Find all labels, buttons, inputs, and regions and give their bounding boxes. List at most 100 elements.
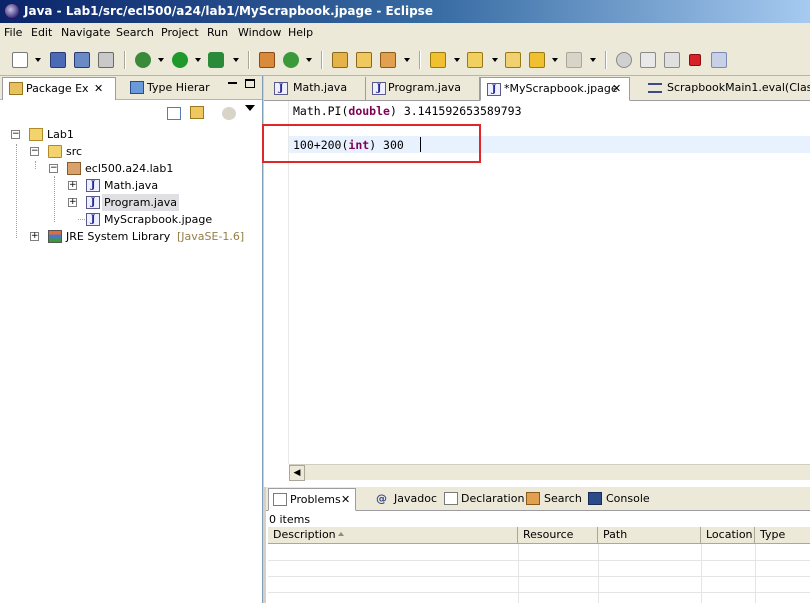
- debug-icon[interactable]: [135, 52, 151, 68]
- menu-window[interactable]: Window: [238, 26, 281, 39]
- scroll-left-icon[interactable]: ◀: [289, 465, 305, 481]
- type-hierarchy-icon: [130, 81, 144, 94]
- filter-icon[interactable]: [222, 107, 236, 120]
- menu-search[interactable]: Search: [116, 26, 154, 39]
- column-description[interactable]: Description: [268, 527, 518, 544]
- previous-annotation-dropdown-icon[interactable]: [492, 58, 498, 62]
- new-class-dropdown-icon[interactable]: [306, 58, 312, 62]
- tab-javadoc-label: Javadoc: [394, 492, 437, 505]
- expand-icon[interactable]: +: [30, 232, 39, 241]
- table-column-divider: [701, 544, 702, 603]
- save-icon[interactable]: [50, 52, 66, 68]
- tab-package-explorer-label: Package Ex: [26, 82, 89, 95]
- set-import-icon[interactable]: [711, 52, 727, 68]
- pencil-dropdown-icon[interactable]: [404, 58, 410, 62]
- column-location[interactable]: Location: [701, 527, 755, 544]
- tab-math-java[interactable]: J Math.java: [268, 77, 366, 101]
- tab-math-java-label: Math.java: [293, 81, 348, 94]
- minimize-icon[interactable]: [228, 82, 237, 84]
- run-dropdown-icon[interactable]: [195, 58, 201, 62]
- left-panel-tabs: Package Ex ✕ Type Hierar: [0, 76, 262, 100]
- menu-navigate[interactable]: Navigate: [61, 26, 110, 39]
- external-tools-icon[interactable]: [208, 52, 224, 68]
- collapse-icon[interactable]: −: [11, 130, 20, 139]
- open-type-icon[interactable]: [332, 52, 348, 68]
- menu-help[interactable]: Help: [288, 26, 313, 39]
- toolbar-separator: [248, 51, 250, 69]
- close-icon[interactable]: ✕: [341, 489, 350, 511]
- tree-label-scrapbook: MyScrapbook.jpage: [104, 213, 213, 226]
- previous-annotation-icon[interactable]: [467, 52, 483, 68]
- menu-edit[interactable]: Edit: [31, 26, 52, 39]
- bottom-panel-tabs: Problems ✕ @ Javadoc Declaration Search …: [266, 487, 810, 511]
- run-icon[interactable]: [172, 52, 188, 68]
- execute-icon[interactable]: [664, 52, 680, 68]
- tree-line: [16, 144, 17, 238]
- new-icon[interactable]: [12, 52, 28, 68]
- display-icon[interactable]: [640, 52, 656, 68]
- save-all-icon[interactable]: [74, 52, 90, 68]
- problems-icon: [273, 493, 287, 506]
- tree-line: [54, 176, 55, 222]
- table-column-divider: [598, 544, 599, 603]
- column-path[interactable]: Path: [598, 527, 701, 544]
- tab-program-java[interactable]: J Program.java: [366, 77, 480, 101]
- close-icon[interactable]: ✕: [612, 78, 621, 100]
- tab-problems[interactable]: Problems ✕: [268, 488, 356, 511]
- tab-type-hierarchy[interactable]: Type Hierar: [130, 77, 230, 100]
- tab-declaration[interactable]: Declaration: [444, 488, 524, 511]
- back-icon[interactable]: [529, 52, 545, 68]
- collapse-all-icon[interactable]: [167, 107, 181, 120]
- collapse-icon[interactable]: −: [30, 147, 39, 156]
- tab-scrapbook-main-label: ScrapbookMain1.eval(Class) li: [667, 81, 810, 94]
- expand-icon[interactable]: +: [68, 181, 77, 190]
- tree-label-src: src: [66, 145, 83, 158]
- tab-package-explorer[interactable]: Package Ex ✕: [2, 77, 116, 100]
- new-dropdown-icon[interactable]: [35, 58, 41, 62]
- collapse-icon[interactable]: −: [49, 164, 58, 173]
- menu-file[interactable]: File: [4, 26, 22, 39]
- tab-scrapbook[interactable]: J *MyScrapbook.jpage ✕: [480, 77, 630, 101]
- next-annotation-icon[interactable]: [430, 52, 446, 68]
- column-type[interactable]: Type: [755, 527, 810, 544]
- tab-scrapbook-main[interactable]: ScrapbookMain1.eval(Class) li: [642, 77, 810, 101]
- code-line-1[interactable]: Math.PI(double) 3.141592653589793: [293, 103, 522, 119]
- code-expression: Math.PI: [293, 104, 342, 118]
- close-icon[interactable]: ✕: [94, 78, 103, 100]
- debug-dropdown-icon[interactable]: [158, 58, 164, 62]
- stop-evaluation-icon[interactable]: [689, 54, 701, 66]
- outline-icon: [648, 83, 662, 93]
- pencil-icon[interactable]: [380, 52, 396, 68]
- tab-console[interactable]: Console: [588, 488, 652, 511]
- external-tools-dropdown-icon[interactable]: [233, 58, 239, 62]
- horizontal-scrollbar[interactable]: ◀: [289, 464, 810, 481]
- column-resource[interactable]: Resource: [518, 527, 598, 544]
- new-java-project-icon[interactable]: [259, 52, 275, 68]
- view-menu-icon[interactable]: [245, 105, 255, 111]
- menu-project[interactable]: Project: [161, 26, 199, 39]
- toolbar-separator: [321, 51, 323, 69]
- print-icon[interactable]: [98, 52, 114, 68]
- tree-label-lab1: Lab1: [47, 128, 74, 141]
- package-icon: [67, 162, 81, 175]
- last-edit-icon[interactable]: [505, 52, 521, 68]
- back-dropdown-icon[interactable]: [552, 58, 558, 62]
- next-annotation-dropdown-icon[interactable]: [454, 58, 460, 62]
- tab-scrapbook-label: *MyScrapbook.jpage: [504, 82, 618, 95]
- forward-icon[interactable]: [566, 52, 582, 68]
- new-java-class-icon[interactable]: [283, 52, 299, 68]
- inspect-icon[interactable]: [616, 52, 632, 68]
- eclipse-icon: [4, 3, 20, 19]
- scrapbook-file-icon: J: [86, 213, 100, 226]
- menu-run[interactable]: Run: [207, 26, 228, 39]
- forward-dropdown-icon[interactable]: [590, 58, 596, 62]
- tab-search[interactable]: Search: [526, 488, 584, 511]
- maximize-icon[interactable]: [245, 79, 255, 88]
- tab-javadoc[interactable]: @ Javadoc: [376, 488, 440, 511]
- open-folder-icon[interactable]: [356, 52, 372, 68]
- package-explorer-toolbar: [0, 100, 262, 124]
- link-with-editor-icon[interactable]: [190, 106, 204, 119]
- window-title: Java - Lab1/src/ecl500/a24/lab1/MyScrapb…: [24, 4, 433, 18]
- search-icon: [526, 492, 540, 505]
- expand-icon[interactable]: +: [68, 198, 77, 207]
